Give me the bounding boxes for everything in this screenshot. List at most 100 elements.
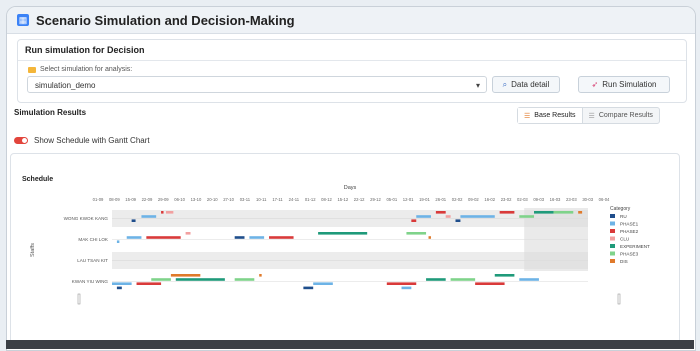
x-tick-label: 13-10	[191, 197, 202, 202]
range-handle-right	[617, 293, 621, 305]
title-bar: ▦ Scenario Simulation and Decision-Makin…	[7, 7, 695, 34]
simulation-results-title: Simulation Results	[14, 108, 87, 117]
x-tick-label: 15-12	[337, 197, 348, 202]
gantt-bar-ru	[303, 286, 314, 290]
rocket-icon: ➶	[591, 80, 599, 89]
x-tick-label: 12-01	[403, 197, 414, 202]
staff-label: LAU TSAN KIT	[77, 258, 108, 263]
gantt-bar-phase1	[460, 215, 495, 218]
x-tick-label: 09-03	[533, 197, 544, 202]
simulation-select-value: simulation_demo	[35, 81, 96, 90]
gantt-bar-clu	[165, 211, 174, 214]
run-panel-header: Run simulation for Decision	[25, 45, 145, 55]
gantt-bar-clu	[185, 232, 191, 235]
dashboard-icon: ▦	[17, 14, 29, 26]
gantt-bar-phase2	[411, 219, 417, 222]
gantt-bar-phase1	[416, 215, 431, 218]
x-tick-label: 17-11	[272, 197, 283, 202]
legend-swatch	[610, 221, 615, 226]
gantt-bar-phase3	[234, 278, 255, 281]
x-tick-label: 06-10	[174, 197, 185, 202]
tab-compare-results[interactable]: ☰ Compare Results	[583, 108, 659, 123]
gantt-bar-phase1	[249, 236, 265, 239]
gantt-bar-phase2	[435, 211, 446, 214]
staff-label: MAK CHI LOK	[78, 237, 109, 242]
gantt-bar-phase2	[136, 282, 162, 285]
tab-compare-results-label: Compare Results	[598, 112, 653, 119]
gantt-bar-phase1	[313, 282, 333, 285]
gantt-bar-ru	[116, 286, 122, 290]
x-tick-label: 22-09	[142, 197, 153, 202]
results-tabs: ☰ Base Results ☰ Compare Results	[517, 107, 660, 124]
x-tick-label: 08-12	[321, 197, 332, 202]
gantt-bar-phase2	[146, 236, 181, 239]
gantt-bar-dis	[428, 236, 431, 239]
gantt-bar-phase2	[475, 282, 505, 285]
data-detail-button[interactable]: ⌕ Data detail	[492, 76, 560, 93]
gantt-bar-experiment	[494, 274, 515, 277]
select-label: Select simulation for analysis:	[28, 66, 132, 73]
run-simulation-panel: Run simulation for Decision Select simul…	[17, 39, 687, 103]
x-tick-label: 29-12	[370, 197, 381, 202]
chevron-down-icon[interactable]: ▾	[476, 77, 480, 94]
legend-label: CLU	[620, 236, 629, 241]
gantt-bar-phase1	[126, 236, 142, 239]
legend-swatch	[610, 236, 615, 241]
tab-base-results[interactable]: ☰ Base Results	[518, 108, 583, 123]
gantt-bar-dis	[170, 274, 201, 277]
gantt-bar-phase1	[116, 240, 120, 243]
x-tick-label: 06-04	[599, 197, 610, 202]
x-tick-label: 29-09	[158, 197, 169, 202]
x-tick-label: 26-01	[435, 197, 446, 202]
gantt-bar-phase1	[112, 282, 132, 285]
x-tick-label: 15-09	[125, 197, 136, 202]
gantt-bar-dis	[578, 211, 583, 214]
x-tick-label: 20-10	[207, 197, 218, 202]
legend-label: EXPERIMENT	[620, 244, 650, 249]
legend-swatch	[610, 259, 615, 263]
x-axis-label: Days	[344, 185, 357, 191]
x-tick-label: 08-09	[109, 197, 120, 202]
divider	[18, 60, 686, 61]
range-handle-left	[77, 293, 81, 305]
x-tick-label: 01-09	[93, 197, 104, 202]
x-tick-label: 23-02	[501, 197, 512, 202]
gantt-bar-experiment	[426, 278, 446, 281]
simulation-select[interactable]: simulation_demo ▾	[27, 76, 487, 93]
legend-label: RU	[620, 214, 627, 219]
legend-swatch	[610, 229, 615, 233]
gantt-bar-ru	[234, 236, 245, 239]
x-tick-label: 27-10	[223, 197, 234, 202]
gantt-bar-phase3	[151, 278, 171, 281]
list-icon: ☰	[588, 112, 595, 120]
legend-swatch	[610, 214, 615, 218]
gantt-bar-ru	[455, 219, 461, 222]
gantt-toggle-row: Show Schedule with Gantt Chart	[14, 136, 150, 145]
gantt-bar-phase3	[519, 215, 535, 218]
gantt-toggle-switch[interactable]	[14, 137, 28, 144]
legend-label: PHASE1	[620, 221, 639, 226]
x-tick-label: 01-12	[305, 197, 316, 202]
app-title: Scenario Simulation and Decision-Making	[36, 12, 295, 28]
x-tick-label: 16-03	[550, 197, 561, 202]
gantt-bar-phase3	[450, 278, 476, 281]
table-icon: ☰	[524, 112, 531, 120]
gantt-bar-experiment	[318, 232, 368, 235]
status-bar	[6, 340, 694, 349]
x-tick-label: 10-11	[256, 197, 267, 202]
select-label-text: Select simulation for analysis:	[40, 66, 133, 73]
x-tick-label: 30-03	[582, 197, 593, 202]
folder-icon	[28, 66, 36, 73]
search-icon: ⌕	[502, 80, 508, 89]
x-tick-label: 02-03	[517, 197, 528, 202]
x-tick-label: 02-02	[452, 197, 463, 202]
legend-label: PHASE3	[620, 251, 639, 256]
x-tick-label: 05-01	[386, 197, 397, 202]
run-simulation-button[interactable]: ➶ Run Simulation	[578, 76, 670, 93]
legend-label: PHASE2	[620, 229, 639, 234]
gantt-bar-phase3	[553, 211, 574, 214]
staff-label: WONG KWOK KANG	[64, 216, 109, 221]
x-tick-label: 23-03	[566, 197, 577, 202]
x-tick-label: 03-11	[240, 197, 251, 202]
gantt-bar-experiment	[175, 278, 225, 281]
